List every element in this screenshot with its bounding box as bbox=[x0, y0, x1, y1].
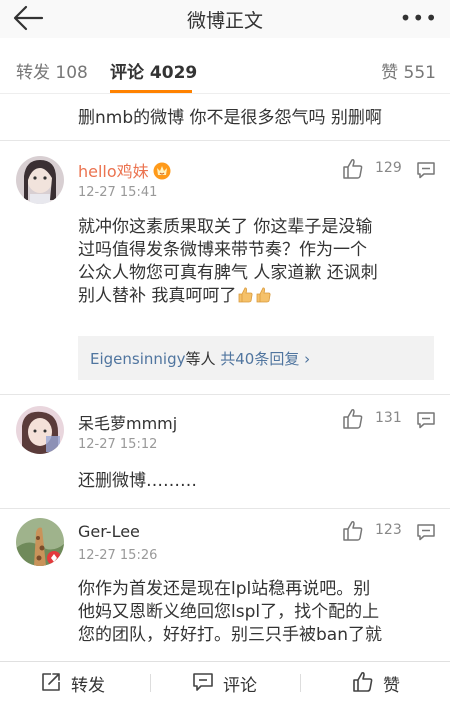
comment-time: 12-27 15:26 bbox=[78, 548, 158, 563]
avatar[interactable] bbox=[16, 518, 64, 566]
divider bbox=[0, 394, 450, 395]
comment-time: 12-27 15:41 bbox=[78, 185, 158, 200]
tab-like[interactable]: 赞 551 bbox=[381, 58, 436, 83]
like-count: 129 bbox=[375, 160, 402, 176]
tab-comment[interactable]: 评论 4029 bbox=[110, 58, 197, 83]
page-title: 微博正文 bbox=[186, 10, 263, 32]
tab-repost[interactable]: 转发 108 bbox=[16, 58, 88, 83]
comment-text: 你作为首发还是现在lpl站稳再说吧。别 他妈又恩断义绝回您lspl了，找个配的上… bbox=[78, 579, 382, 645]
like-button[interactable]: 123 bbox=[342, 520, 422, 544]
bottom-action-bar: 转发 评论 赞 bbox=[0, 661, 450, 703]
avatar[interactable] bbox=[16, 406, 64, 454]
thumbs-up-icon bbox=[343, 409, 363, 429]
like-count: 123 bbox=[375, 522, 402, 538]
like-count: 131 bbox=[375, 410, 402, 426]
comment-button[interactable]: 评论 bbox=[192, 670, 272, 696]
comment-icon bbox=[193, 673, 213, 691]
repost-icon bbox=[42, 673, 60, 691]
avatar[interactable] bbox=[16, 156, 64, 204]
comment-text: 还删微博……… bbox=[78, 471, 197, 491]
tab-bar: 转发 108 评论 4029 赞 551 bbox=[0, 44, 450, 94]
member-badge-icon bbox=[153, 162, 171, 180]
username[interactable]: hello鸡妹 bbox=[78, 158, 171, 182]
divider bbox=[0, 140, 450, 141]
thumbs-up-icon bbox=[343, 159, 363, 179]
more-options-icon[interactable]: ••• bbox=[400, 6, 438, 30]
like-bottom-button[interactable]: 赞 bbox=[352, 670, 412, 696]
divider bbox=[150, 674, 151, 692]
divider bbox=[0, 508, 450, 509]
active-tab-indicator bbox=[110, 90, 192, 93]
reply-icon[interactable] bbox=[416, 522, 436, 542]
view-replies-link[interactable]: 共40条回复 › bbox=[220, 350, 310, 368]
top-bar: 微博正文 ••• bbox=[0, 0, 450, 38]
username[interactable]: 呆毛萝mmmj bbox=[78, 410, 177, 434]
comment-text: 就冲你这素质果取关了 你这辈子是没输 过吗值得发条微博来带节奏？作为一个 公众人… bbox=[78, 217, 378, 306]
like-button[interactable]: 129 bbox=[342, 158, 422, 182]
thumbs-up-icon bbox=[343, 521, 363, 541]
divider bbox=[300, 674, 301, 692]
reply-username-link[interactable]: Eigensinnigy bbox=[90, 350, 185, 368]
like-button[interactable]: 131 bbox=[342, 408, 422, 432]
thumbs-up-icon bbox=[353, 671, 373, 692]
thumbs-up-emoji-icon bbox=[239, 287, 253, 303]
thumbs-up-emoji-icon bbox=[257, 287, 271, 303]
reply-icon[interactable] bbox=[416, 410, 436, 430]
username[interactable]: Ger-Lee bbox=[78, 522, 140, 541]
repost-button[interactable]: 转发 bbox=[40, 670, 120, 696]
reply-summary[interactable]: Eigensinnigy等人 共40条回复 › bbox=[78, 336, 434, 380]
reply-icon[interactable] bbox=[416, 160, 436, 180]
comment-text: 删nmb的微博 你不是很多怨气吗 别删啊 bbox=[78, 108, 382, 128]
comment-time: 12-27 15:12 bbox=[78, 437, 158, 452]
